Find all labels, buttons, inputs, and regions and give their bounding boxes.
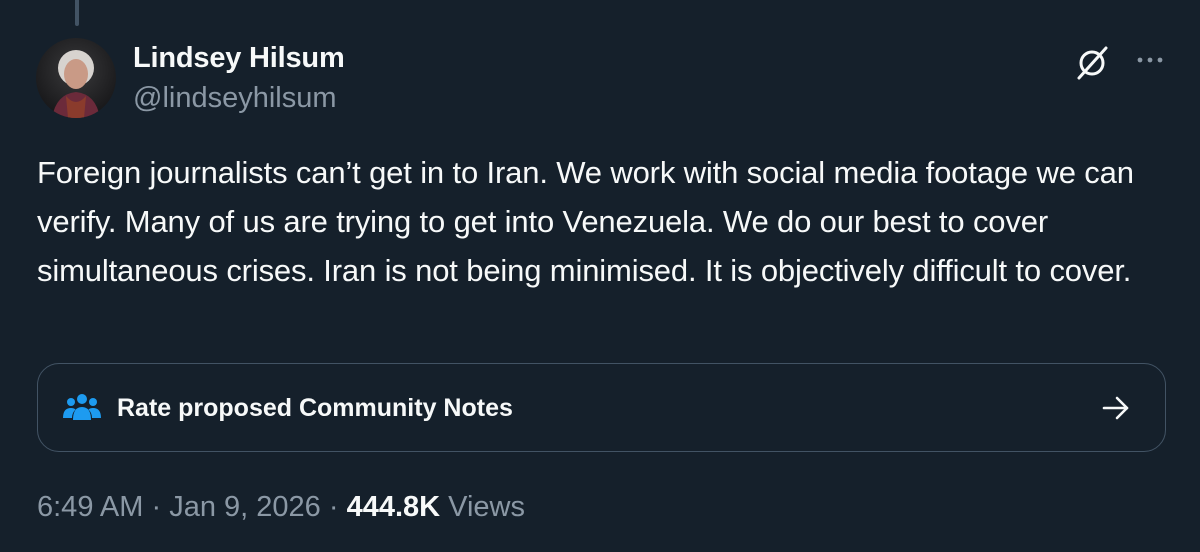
views-label: Views [448,491,525,523]
more-options-icon[interactable] [1132,48,1168,72]
tweet-metadata: 6:49 AM · Jan 9, 2026 · 444.8K Views [37,491,525,524]
rate-community-notes-button[interactable]: Rate proposed Community Notes [37,363,1166,452]
views-count: 444.8K [346,491,441,523]
avatar[interactable] [36,38,116,118]
arrow-right-icon [1101,394,1131,422]
author-handle[interactable]: @lindseyhilsum [133,82,337,115]
meta-separator: · [151,491,162,523]
meta-separator: · [328,491,339,523]
tweet-time[interactable]: 6:49 AM [37,491,143,523]
tweet-date[interactable]: Jan 9, 2026 [169,491,321,523]
tweet-text: Foreign journalists can’t get in to Iran… [37,155,1134,288]
grok-icon[interactable] [1073,44,1111,82]
thread-connector-line [75,0,79,26]
people-icon [63,392,101,424]
author-name[interactable]: Lindsey Hilsum [133,42,345,75]
community-notes-label: Rate proposed Community Notes [117,394,513,422]
